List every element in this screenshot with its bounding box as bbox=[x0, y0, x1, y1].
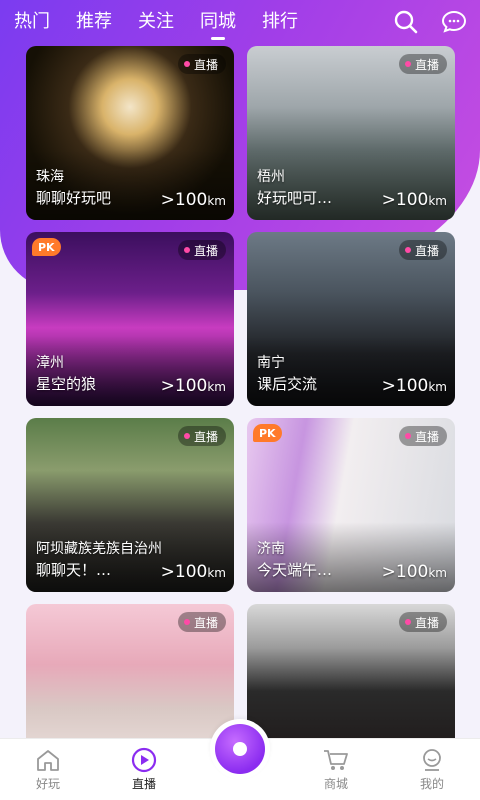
center-record-button[interactable] bbox=[210, 719, 270, 779]
tab-follow[interactable]: 关注 bbox=[138, 2, 174, 42]
stream-card[interactable]: 直播 南宁 课后交流 >100km bbox=[247, 232, 455, 406]
live-dot-icon bbox=[183, 61, 190, 67]
cart-icon bbox=[322, 747, 350, 773]
search-icon[interactable] bbox=[390, 6, 422, 38]
card-distance: >100km bbox=[381, 376, 447, 396]
card-title: 星空的狼 bbox=[36, 375, 97, 393]
stream-card[interactable]: PK 直播 济南 今天端午… >100km bbox=[247, 418, 455, 592]
home-icon bbox=[34, 747, 62, 773]
tab-hot[interactable]: 热门 bbox=[14, 2, 50, 42]
live-badge: 直播 bbox=[177, 612, 226, 632]
profile-icon bbox=[418, 747, 446, 773]
card-distance: >100km bbox=[381, 190, 447, 210]
live-badge: 直播 bbox=[398, 54, 447, 74]
card-title: 课后交流 bbox=[257, 375, 318, 393]
live-badge: 直播 bbox=[177, 426, 226, 446]
card-distance: >100km bbox=[381, 562, 447, 582]
tab-live[interactable]: 直播 bbox=[96, 739, 192, 800]
live-badge: 直播 bbox=[398, 612, 447, 632]
card-title: 今天端午… bbox=[257, 561, 333, 579]
card-city: 南宁 bbox=[257, 355, 285, 371]
tab-mine[interactable]: 我的 bbox=[384, 739, 480, 800]
live-stream-grid: 直播 珠海 聊聊好玩吧 >100km 直播 梧州 好玩吧可… >100km PK… bbox=[26, 46, 456, 778]
top-navigation: 热门 推荐 关注 同城 排行 bbox=[0, 0, 480, 44]
center-record-icon bbox=[215, 724, 265, 774]
card-distance: >100km bbox=[160, 190, 226, 210]
pk-badge: PK bbox=[253, 424, 282, 442]
stream-card[interactable]: PK 直播 漳州 星空的狼 >100km bbox=[26, 232, 234, 406]
card-city: 珠海 bbox=[36, 169, 64, 185]
live-dot-icon bbox=[404, 247, 411, 253]
card-title: 聊聊天！… bbox=[36, 561, 112, 579]
stream-card[interactable]: 直播 阿坝藏族羌族自治州 聊聊天！… >100km bbox=[26, 418, 234, 592]
card-title: 好玩吧可… bbox=[257, 189, 333, 207]
live-dot-icon bbox=[183, 247, 190, 253]
live-dot-icon bbox=[404, 61, 411, 67]
stream-card[interactable]: 直播 珠海 聊聊好玩吧 >100km bbox=[26, 46, 234, 220]
live-dot-icon bbox=[183, 433, 190, 439]
message-icon[interactable] bbox=[438, 6, 470, 38]
card-title: 聊聊好玩吧 bbox=[36, 189, 112, 207]
live-badge: 直播 bbox=[398, 240, 447, 260]
tab-center-placeholder bbox=[192, 719, 288, 800]
pk-badge: PK bbox=[32, 238, 61, 256]
live-badge: 直播 bbox=[398, 426, 447, 446]
tab-same-city[interactable]: 同城 bbox=[200, 2, 236, 42]
live-play-icon bbox=[130, 747, 158, 773]
tab-fun[interactable]: 好玩 bbox=[0, 739, 96, 800]
card-city: 漳州 bbox=[36, 355, 64, 371]
live-dot-icon bbox=[404, 433, 411, 439]
tab-ranking[interactable]: 排行 bbox=[262, 2, 298, 42]
card-city: 济南 bbox=[257, 541, 285, 557]
live-dot-icon bbox=[183, 619, 190, 625]
tab-mall[interactable]: 商城 bbox=[288, 739, 384, 800]
stream-card[interactable]: 直播 梧州 好玩吧可… >100km bbox=[247, 46, 455, 220]
card-city: 阿坝藏族羌族自治州 bbox=[36, 541, 162, 557]
live-dot-icon bbox=[404, 619, 411, 625]
live-badge: 直播 bbox=[177, 240, 226, 260]
live-badge: 直播 bbox=[177, 54, 226, 74]
bottom-tab-bar: 好玩 直播 商城 我的 bbox=[0, 719, 480, 800]
card-distance: >100km bbox=[160, 376, 226, 396]
tab-recommend[interactable]: 推荐 bbox=[76, 2, 112, 42]
card-city: 梧州 bbox=[257, 169, 285, 185]
card-distance: >100km bbox=[160, 562, 226, 582]
